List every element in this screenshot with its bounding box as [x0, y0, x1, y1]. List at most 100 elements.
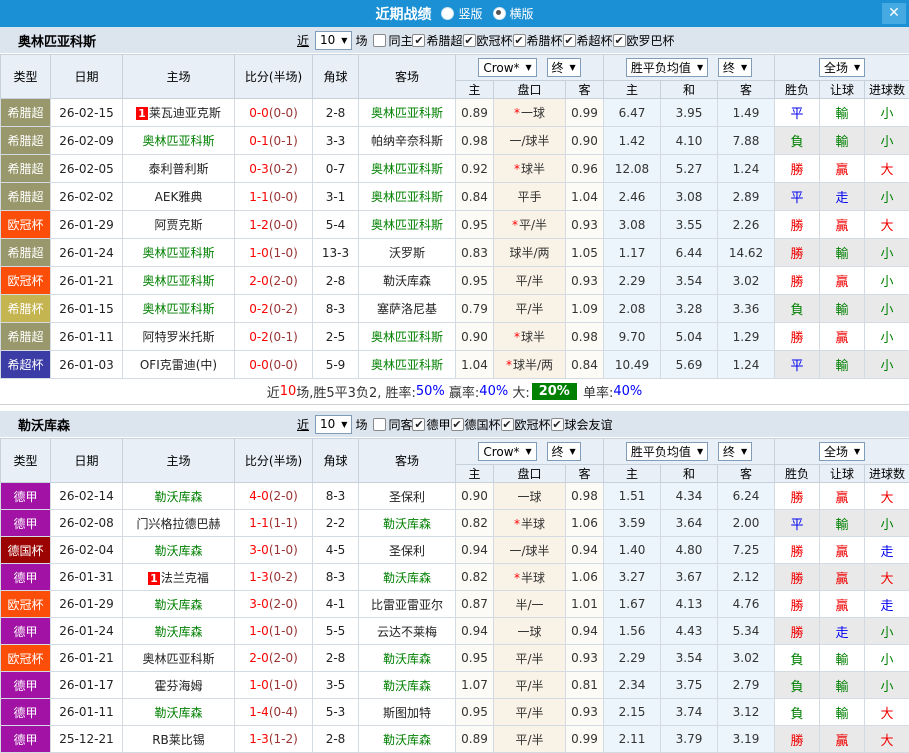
home-team-cell[interactable]: 泰利普利斯 [123, 155, 235, 183]
home-team-cell[interactable]: OFI克雷迪(中) [123, 351, 235, 379]
europe-odds: 3.28 [661, 295, 718, 323]
home-team-cell[interactable]: 门兴格拉德巴赫 [123, 510, 235, 537]
handicap-line-text: 一/球半 [509, 134, 549, 148]
col-goals: 进球数 [865, 81, 909, 99]
away-team-cell[interactable]: 塞萨洛尼基 [359, 295, 456, 323]
league-filter-checkbox[interactable] [513, 34, 526, 47]
horizontal-layout-radio[interactable] [493, 7, 506, 20]
games-count-select[interactable]: 10▼ [315, 415, 352, 434]
league-filter-checkbox[interactable] [613, 34, 626, 47]
away-team-cell[interactable]: 勒沃库森 [359, 672, 456, 699]
league-filter-checkbox[interactable] [551, 418, 564, 431]
europe-odds: 1.40 [604, 537, 661, 564]
away-team-cell[interactable]: 奥林匹亚科斯 [359, 183, 456, 211]
col-ah-away: 客 [566, 465, 604, 483]
wdl-avg-select[interactable]: 胜平负均值▼ [626, 58, 708, 77]
home-team-cell[interactable]: 奥林匹亚科斯 [123, 267, 235, 295]
away-team-cell[interactable]: 勒沃库森 [359, 726, 456, 753]
league-filter-checkbox[interactable] [463, 34, 476, 47]
home-team-cell[interactable]: 勒沃库森 [123, 591, 235, 618]
away-team-cell[interactable]: 勒沃库森 [359, 267, 456, 295]
fulltime-score: 0-2 [249, 302, 269, 316]
col-score: 比分(半场) [235, 55, 313, 99]
europe-odds: 10.49 [604, 351, 661, 379]
home-team-cell[interactable]: 阿贾克斯 [123, 211, 235, 239]
handicap-away-odds: 0.98 [566, 323, 604, 351]
home-team-cell[interactable]: 奥林匹亚科斯 [123, 239, 235, 267]
handicap-line-text: 球半/两 [509, 246, 549, 260]
handicap-line-text: 平/半 [515, 706, 543, 720]
away-team-cell[interactable]: 奥林匹亚科斯 [359, 323, 456, 351]
home-team-cell[interactable]: 奥林匹亚科斯 [123, 295, 235, 323]
handicap-away-odds: 0.94 [566, 537, 604, 564]
away-team-cell[interactable]: 沃罗斯 [359, 239, 456, 267]
wdl-time-select[interactable]: 终▼ [718, 58, 752, 77]
odds-time-select[interactable]: 终▼ [547, 442, 581, 461]
close-icon[interactable]: ✕ [882, 3, 906, 24]
home-team-cell[interactable]: 1莱瓦迪亚克斯 [123, 99, 235, 127]
home-team-name: 霍芬海姆 [154, 679, 202, 693]
league-filter-checkbox[interactable] [412, 34, 425, 47]
league-filter-checkbox[interactable] [563, 34, 576, 47]
home-team-cell[interactable]: AEK雅典 [123, 183, 235, 211]
same-venue-checkbox[interactable] [373, 418, 386, 431]
same-venue-checkbox[interactable] [373, 34, 386, 47]
europe-odds: 5.34 [718, 618, 775, 645]
scope-select[interactable]: 全场▼ [819, 442, 865, 461]
away-team-cell[interactable]: 帕纳辛奈科斯 [359, 127, 456, 155]
away-team-cell[interactable]: 勒沃库森 [359, 510, 456, 537]
europe-odds: 12.08 [604, 155, 661, 183]
away-team-cell[interactable]: 斯图加特 [359, 699, 456, 726]
home-team-cell[interactable]: RB莱比锡 [123, 726, 235, 753]
handicap-away-odds: 0.93 [566, 699, 604, 726]
home-team-cell[interactable]: 霍芬海姆 [123, 672, 235, 699]
col-eu-away: 客 [718, 465, 775, 483]
away-team-cell[interactable]: 比雷亚雷亚尔 [359, 591, 456, 618]
europe-odds: 1.56 [604, 618, 661, 645]
handicap-home-odds: 0.94 [456, 618, 494, 645]
league-filter-checkbox[interactable] [451, 418, 464, 431]
europe-odds: 3.54 [661, 267, 718, 295]
goals-verdict: 小 [865, 672, 909, 699]
home-team-cell[interactable]: 勒沃库森 [123, 537, 235, 564]
wdl-time-select[interactable]: 终▼ [718, 442, 752, 461]
handicap-verdict: 贏 [820, 537, 865, 564]
europe-odds: 2.29 [604, 267, 661, 295]
scope-select[interactable]: 全场▼ [819, 58, 865, 77]
home-team-cell[interactable]: 勒沃库森 [123, 699, 235, 726]
match-date: 26-02-09 [51, 127, 123, 155]
score-cell: 1-1(0-0) [235, 183, 313, 211]
near-label: 近 [297, 416, 309, 433]
away-team-cell[interactable]: 圣保利 [359, 483, 456, 510]
league-filter-checkbox[interactable] [412, 418, 425, 431]
odds-time-select[interactable]: 终▼ [547, 58, 581, 77]
away-team-cell[interactable]: 圣保利 [359, 537, 456, 564]
corner-cell: 5-9 [313, 351, 359, 379]
halftime-score: (0-1) [269, 330, 298, 344]
away-team-cell[interactable]: 勒沃库森 [359, 564, 456, 591]
handicap-away-odds: 0.99 [566, 726, 604, 753]
home-team-cell[interactable]: 阿特罗米托斯 [123, 323, 235, 351]
away-team-cell[interactable]: 奥林匹亚科斯 [359, 351, 456, 379]
home-team-cell[interactable]: 勒沃库森 [123, 483, 235, 510]
halftime-score: (0-1) [269, 134, 298, 148]
home-team-cell[interactable]: 奥林匹亚科斯 [123, 127, 235, 155]
europe-odds: 1.49 [718, 99, 775, 127]
wdl-avg-select[interactable]: 胜平负均值▼ [626, 442, 708, 461]
fulltime-score: 1-4 [249, 705, 269, 719]
games-count-select[interactable]: 10▼ [315, 31, 352, 50]
home-team-cell[interactable]: 1法兰克福 [123, 564, 235, 591]
league-filter-checkbox[interactable] [501, 418, 514, 431]
away-team-cell[interactable]: 勒沃库森 [359, 645, 456, 672]
home-team-cell[interactable]: 奥林匹亚科斯 [123, 645, 235, 672]
away-team-cell[interactable]: 奥林匹亚科斯 [359, 155, 456, 183]
home-team-cell[interactable]: 勒沃库森 [123, 618, 235, 645]
handicap-away-odds: 1.04 [566, 183, 604, 211]
vertical-layout-radio[interactable] [441, 7, 454, 20]
odds-company-select[interactable]: Crow*▼ [478, 442, 536, 461]
odds-company-select[interactable]: Crow*▼ [478, 58, 536, 77]
away-team-cell[interactable]: 云达不莱梅 [359, 618, 456, 645]
away-team-cell[interactable]: 奥林匹亚科斯 [359, 99, 456, 127]
handicap-away-odds: 0.93 [566, 645, 604, 672]
away-team-cell[interactable]: 奥林匹亚科斯 [359, 211, 456, 239]
